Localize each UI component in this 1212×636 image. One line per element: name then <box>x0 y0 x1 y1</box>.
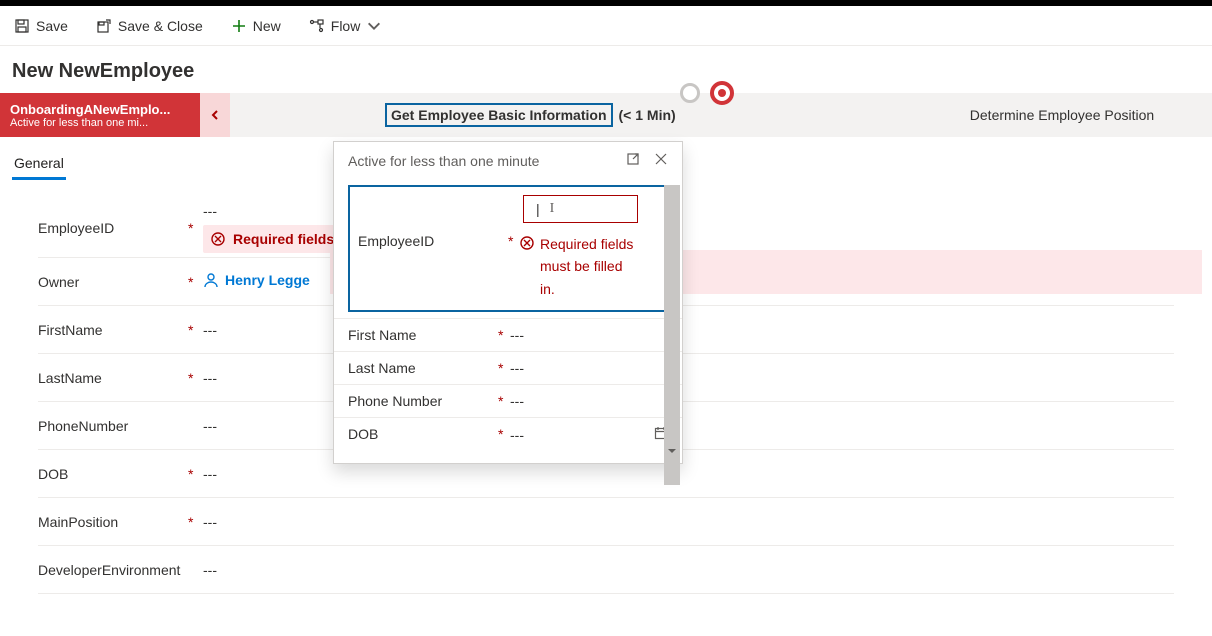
mainposition-value[interactable]: --- <box>203 510 1174 534</box>
flyout-field-phone: Phone Number * --- <box>334 384 682 417</box>
flyout-lastname-label: Last Name <box>348 360 498 376</box>
flow-button[interactable]: Flow <box>309 18 383 34</box>
mainposition-label: MainPosition <box>38 514 188 530</box>
flow-icon <box>309 18 325 34</box>
required-asterisk: * <box>498 327 510 343</box>
required-asterisk: * <box>508 233 520 249</box>
flyout-scroll-down[interactable] <box>664 443 680 459</box>
bpf-active-stage-circle[interactable] <box>710 81 734 105</box>
command-bar: Save Save & Close New Flow <box>0 6 1212 46</box>
bpf-middle: Get Employee Basic Information (< 1 Min) <box>230 93 912 137</box>
save-close-button[interactable]: Save & Close <box>96 18 203 34</box>
required-asterisk: * <box>188 514 203 530</box>
flyout-field-lastname: Last Name * --- <box>334 351 682 384</box>
flyout-title: Active for less than one minute <box>348 153 539 169</box>
dob-label: DOB <box>38 466 188 482</box>
plus-icon <box>231 18 247 34</box>
required-asterisk: * <box>498 426 510 442</box>
text-cursor: | <box>536 201 540 217</box>
save-close-icon <box>96 18 112 34</box>
close-icon[interactable] <box>654 152 668 169</box>
chevron-down-icon <box>366 18 382 34</box>
flyout-field-firstname: First Name * --- <box>334 318 682 351</box>
field-devenv: DeveloperEnvironment --- <box>38 546 1174 594</box>
required-asterisk: * <box>188 370 203 386</box>
devenv-label: DeveloperEnvironment <box>38 562 188 578</box>
flyout-dob-value[interactable]: --- <box>510 426 668 443</box>
bpf-back-chevron[interactable] <box>200 93 230 137</box>
field-mainposition: MainPosition * --- <box>38 498 1174 546</box>
bpf-stage-determine-position[interactable]: Determine Employee Position <box>912 93 1212 137</box>
required-asterisk: * <box>188 322 203 338</box>
bpf-stage2-label: Determine Employee Position <box>970 107 1154 123</box>
flyout-highlighted-field: | I EmployeeID * Required fields must be… <box>348 185 668 312</box>
flyout-field-employee-id: EmployeeID * Required fields must be fil… <box>358 233 658 300</box>
lastname-label: LastName <box>38 370 188 386</box>
flyout-phone-value[interactable]: --- <box>510 393 668 409</box>
dob-value[interactable]: --- <box>203 462 1174 486</box>
bpf-stage1-label: Get Employee Basic Information <box>385 103 613 127</box>
firstname-label: FirstName <box>38 322 188 338</box>
required-asterisk: * <box>498 393 510 409</box>
bpf-stage-onboarding[interactable]: OnboardingANewEmplo... Active for less t… <box>0 93 200 137</box>
error-icon <box>211 232 225 246</box>
new-label: New <box>253 18 281 34</box>
flow-label: Flow <box>331 18 361 34</box>
owner-label: Owner <box>38 274 188 290</box>
flyout-firstname-value[interactable]: --- <box>510 327 668 343</box>
error-text: Required fields <box>233 231 334 247</box>
flyout-dob-label: DOB <box>348 426 498 442</box>
save-label: Save <box>36 18 68 34</box>
flyout-body: | I EmployeeID * Required fields must be… <box>334 179 682 463</box>
tab-general[interactable]: General <box>12 149 66 180</box>
save-button[interactable]: Save <box>14 18 68 34</box>
person-icon <box>203 272 219 288</box>
required-asterisk: * <box>498 360 510 376</box>
save-close-label: Save & Close <box>118 18 203 34</box>
flyout-employee-id-error: Required fields must be filled in. <box>520 233 640 300</box>
popout-icon[interactable] <box>626 152 640 169</box>
error-icon <box>520 236 534 250</box>
bpf-next-stage-circle[interactable] <box>680 83 700 103</box>
devenv-value[interactable]: --- <box>203 558 1174 582</box>
flyout-scrollbar-thumb[interactable] <box>664 185 680 485</box>
bpf-stage-get-info[interactable]: Get Employee Basic Information (< 1 Min) <box>385 103 676 127</box>
required-asterisk: * <box>188 274 203 290</box>
stage-flyout: Active for less than one minute | I Empl… <box>333 141 683 464</box>
flyout-phone-label: Phone Number <box>348 393 498 409</box>
phone-label: PhoneNumber <box>38 418 188 434</box>
flyout-field-dob: DOB * --- <box>334 417 682 451</box>
chevron-left-icon <box>209 109 221 121</box>
flyout-employee-id-label: EmployeeID <box>358 233 508 249</box>
required-asterisk: * <box>188 220 203 236</box>
flyout-lastname-value[interactable]: --- <box>510 360 668 376</box>
bpf-stage1-duration: (< 1 Min) <box>619 107 676 123</box>
flyout-dob-placeholder: --- <box>510 427 524 443</box>
flyout-header: Active for less than one minute <box>334 142 682 179</box>
flyout-error-text: Required fields must be filled in. <box>540 233 640 300</box>
bpf-stage0-subtitle: Active for less than one mi... <box>10 117 190 129</box>
business-process-flow: OnboardingANewEmplo... Active for less t… <box>0 93 1212 137</box>
employee-id-label: EmployeeID <box>38 220 188 236</box>
new-button[interactable]: New <box>231 18 281 34</box>
save-icon <box>14 18 30 34</box>
owner-name: Henry Legge <box>225 272 310 288</box>
employee-id-error: Required fields <box>203 225 342 253</box>
flyout-firstname-label: First Name <box>348 327 498 343</box>
flyout-employee-id-input[interactable]: | I <box>523 195 638 223</box>
required-asterisk: * <box>188 466 203 482</box>
page-title: New NewEmployee <box>0 46 1212 93</box>
bpf-stage0-title: OnboardingANewEmplo... <box>10 102 190 117</box>
